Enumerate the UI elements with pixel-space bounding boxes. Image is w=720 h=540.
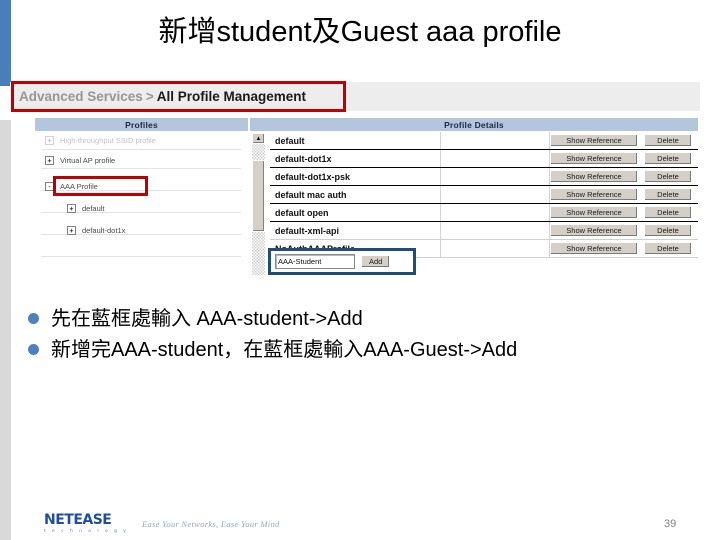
tree-toggle-icon[interactable]: +: [45, 156, 54, 165]
bullet-dot-icon: [28, 313, 39, 324]
show-reference-button[interactable]: Show Reference: [550, 242, 638, 255]
delete-button[interactable]: Delete: [644, 188, 692, 201]
tree-toggle-icon[interactable]: +: [45, 136, 54, 145]
delete-button[interactable]: Delete: [644, 134, 692, 147]
show-reference-button[interactable]: Show Reference: [550, 134, 638, 147]
row-spacer: [440, 168, 549, 185]
tree-item-label: High-throughput SSID profile: [60, 136, 156, 145]
bullet-dot-icon: [28, 344, 39, 355]
table-row[interactable]: default-xml-api Show Reference Delete: [270, 222, 698, 240]
show-reference-button[interactable]: Show Reference: [550, 206, 638, 219]
tree-toggle-icon[interactable]: +: [67, 204, 76, 213]
tree-item-virtual-ap-profile[interactable]: + Virtual AP profile: [45, 154, 115, 167]
delete-button[interactable]: Delete: [644, 206, 692, 219]
table-row[interactable]: default Show Reference Delete: [270, 132, 698, 150]
breadcrumb-parent[interactable]: Advanced Services: [19, 89, 143, 104]
add-button[interactable]: Add: [361, 255, 391, 268]
bullet-list: 先在藍框處輸入 AAA-student->Add 新增完AAA-student，…: [28, 306, 688, 368]
show-reference-button[interactable]: Show Reference: [550, 224, 638, 237]
row-spacer: [440, 204, 549, 221]
tree-item-ht-ssid-profile[interactable]: + High-throughput SSID profile: [45, 134, 156, 147]
row-actions: Show Reference Delete: [549, 150, 698, 167]
profile-name: default mac auth: [275, 189, 347, 200]
show-reference-button[interactable]: Show Reference: [550, 170, 638, 183]
delete-button[interactable]: Delete: [644, 170, 692, 183]
table-row[interactable]: default mac auth Show Reference Delete: [270, 186, 698, 204]
table-row[interactable]: default open Show Reference Delete: [270, 204, 698, 222]
page-title: 新增student及Guest aaa profile: [158, 16, 562, 48]
left-gray-accent-bar: [0, 120, 11, 540]
tree-item-label: default-dot1x: [82, 226, 126, 235]
row-spacer: [440, 132, 549, 149]
list-item: 新增完AAA-student，在藍框處輸入AAA-Guest->Add: [28, 337, 688, 364]
row-actions: Show Reference Delete: [549, 204, 698, 221]
netease-logo: NETEASE t e c h n o l o g y: [44, 512, 128, 534]
slide-canvas: 新增student及Guest aaa profile Advanced Ser…: [0, 0, 720, 540]
scrollbar-thumb[interactable]: [252, 160, 265, 232]
tree-item-default[interactable]: + default: [67, 202, 105, 215]
screenshot-left-gutter: [12, 118, 34, 286]
profile-name: default-xml-api: [275, 225, 340, 236]
row-spacer: [440, 222, 549, 239]
tree-item-label: default: [82, 204, 105, 213]
table-row[interactable]: default-dot1x Show Reference Delete: [270, 150, 698, 168]
profile-details-table: default Show Reference Delete default-do…: [270, 132, 698, 258]
show-reference-button[interactable]: Show Reference: [550, 188, 638, 201]
add-profile-highlight-box: AAA-Student Add: [268, 248, 416, 275]
row-spacer: [440, 240, 549, 257]
bullet-text: 先在藍框處輸入 AAA-student->Add: [51, 308, 363, 330]
tree-toggle-icon[interactable]: +: [67, 226, 76, 235]
tree-item-default-dot1x[interactable]: + default-dot1x: [67, 224, 125, 237]
embedded-screenshot: Profiles Profile Details + High-throughp…: [12, 118, 698, 286]
row-actions: Show Reference Delete: [549, 240, 698, 257]
table-row[interactable]: default-dot1x-psk Show Reference Delete: [270, 168, 698, 186]
footer-tagline: Ease Your Networks, Ease Your Mind: [142, 519, 280, 529]
list-item: 先在藍框處輸入 AAA-student->Add: [28, 306, 688, 333]
delete-button[interactable]: Delete: [644, 152, 692, 165]
profile-name: default-dot1x: [275, 153, 332, 164]
row-actions: Show Reference Delete: [549, 186, 698, 203]
logo-subtitle: t e c h n o l o g y: [44, 529, 129, 534]
delete-button[interactable]: Delete: [644, 224, 692, 237]
profile-name: default: [275, 135, 305, 146]
page-number: 39: [664, 518, 677, 530]
breadcrumb-current: All Profile Management: [156, 89, 306, 104]
profile-name: default open: [275, 207, 329, 218]
new-profile-name-input[interactable]: AAA-Student: [275, 254, 355, 269]
breadcrumb-separator: >: [145, 89, 154, 104]
delete-button[interactable]: Delete: [644, 242, 692, 255]
aaa-profile-highlight-box: [53, 176, 148, 196]
profiles-scrollbar[interactable]: ▲: [252, 133, 265, 275]
row-actions: Show Reference Delete: [549, 222, 698, 239]
logo-wordmark: NETEASE: [44, 512, 112, 528]
panel-header-profile-details: Profile Details: [250, 118, 698, 131]
row-spacer: [440, 150, 549, 167]
panel-header-profiles: Profiles: [35, 118, 248, 131]
profile-name: default-dot1x-psk: [275, 171, 351, 182]
row-spacer: [440, 186, 549, 203]
scroll-up-arrow-icon[interactable]: ▲: [252, 133, 265, 144]
row-actions: Show Reference Delete: [549, 168, 698, 185]
bullet-text: 新增完AAA-student，在藍框處輸入AAA-Guest->Add: [51, 339, 518, 361]
show-reference-button[interactable]: Show Reference: [550, 152, 638, 165]
profiles-tree: + High-throughput SSID profile + Virtual…: [35, 132, 248, 286]
tree-item-label: Virtual AP profile: [60, 156, 116, 165]
row-actions: Show Reference Delete: [549, 132, 698, 149]
breadcrumb-highlight-box: Advanced Services > All Profile Management: [11, 81, 346, 112]
